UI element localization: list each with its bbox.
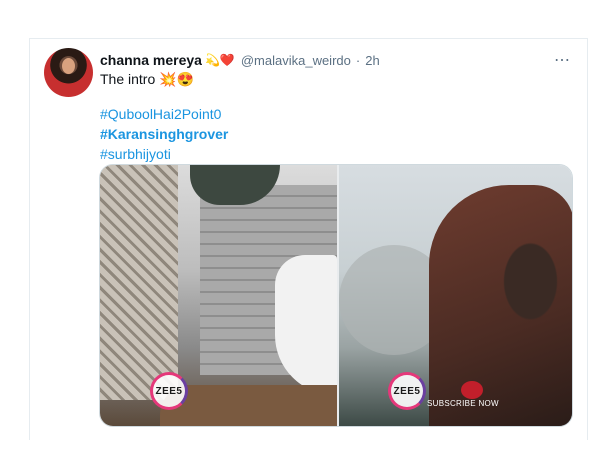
zee5-logo-text: ZEE5 [393,385,421,397]
timestamp[interactable]: 2h [365,53,379,68]
tweet-text: The intro 💥😍 [100,71,195,87]
subscribe-now-text: SUBSCRIBE NOW [427,399,499,408]
avatar[interactable] [44,48,93,97]
zee5-logo-text: ZEE5 [155,385,183,397]
red-object [461,381,483,399]
hashtag-link[interactable]: #QuboolHai2Point0 [100,104,228,124]
hashtag-link[interactable]: #surbhijyoti [100,144,228,164]
name-emojis: 💫❤️ [204,53,235,67]
zee5-logo: ZEE5 [150,372,188,410]
media-gallery[interactable]: ZEE5 ZEE5 SUBSCRIBE NOW [99,164,573,427]
tweet-header: channa mereya 💫❤️ @malavika_weirdo · 2h [100,50,380,70]
more-options-icon[interactable]: ⋯ [554,50,571,70]
separator-dot: · [355,52,361,68]
display-name[interactable]: channa mereya [100,52,202,68]
hashtag-list: #QuboolHai2Point0 #Karansinghgrover #sur… [100,104,228,164]
user-handle[interactable]: @malavika_weirdo [241,53,351,68]
lattice-screen [100,165,178,400]
zee5-logo: ZEE5 [388,372,426,410]
media-image-left[interactable]: ZEE5 [100,165,337,426]
hashtag-link[interactable]: #Karansinghgrover [100,124,228,144]
man-figure [429,185,572,426]
media-image-right[interactable] [339,165,572,426]
